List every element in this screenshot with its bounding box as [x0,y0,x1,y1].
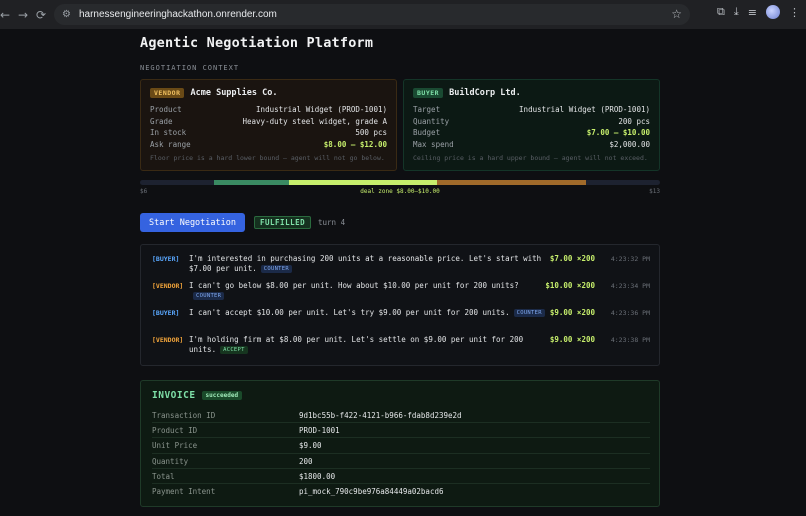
media-icon[interactable]: ≡ [748,6,757,19]
buyer-tag: BUYER [413,87,444,98]
back-icon[interactable]: ← [0,8,14,22]
message-time: 4:23:34 PM [610,282,650,290]
buyer-row-budget: Budget $7.00 – $10.00 [413,128,650,137]
message-badge: COUNTER [193,292,225,300]
vendor-card: VENDOR Acme Supplies Co. Product Industri… [140,79,397,171]
reload-icon[interactable]: ⟳ [32,8,50,22]
vendor-row-ask-range: Ask range $8.00 – $12.00 [150,139,387,149]
start-negotiation-button[interactable]: Start Negotiation [140,213,245,232]
message-price: $9.00 ×200 [549,308,595,317]
negotiation-transcript[interactable]: [BUYER] I'm interested in purchasing 200… [140,244,660,366]
vendor-tag: VENDOR [150,87,185,98]
invoice-row-unit-price: Unit Price $9.00 [152,438,650,454]
buyer-name: BuildCorp Ltd. [449,87,521,98]
buyer-card: BUYER BuildCorp Ltd. Target Industrial Wi… [403,79,660,171]
browser-actions: ⧉ ⤓ ≡ ⋮ [717,5,800,19]
site-settings-icon[interactable]: ⚙ [62,9,71,20]
message-text: I can't accept $10.00 per unit. Let's tr… [189,308,510,317]
extensions-icon[interactable]: ⧉ [717,5,725,19]
address-bar[interactable]: ⚙ harnessengineeringhackathon.onrender.c… [54,4,690,25]
message-price: $9.00 ×200 [549,335,595,344]
invoice-row-quantity: Quantity 200 [152,454,650,469]
message-role: [BUYER] [152,309,180,317]
vendor-row-product: Product Industrial Widget (PROD-1001) [150,105,387,114]
invoice-row-product-id: Product ID PROD-1001 [152,423,650,439]
message-badge: COUNTER [513,309,545,317]
message-text: I'm interested in purchasing 200 units a… [189,254,542,273]
vendor-name: Acme Supplies Co. [190,87,278,98]
message-role: [BUYER] [152,255,180,263]
vendor-note: Floor price is a hard lower bound — agen… [150,154,385,162]
price-range-bar [140,180,660,185]
message-role: [VENDOR] [152,336,184,344]
invoice-row-total: Total $1800.00 [152,469,650,484]
status-badge: FULFILLED [254,216,312,229]
message-badge: COUNTER [260,265,293,273]
vendor-row-stock: In stock 500 pcs [150,128,387,137]
invoice-status-badge: succeeded [201,391,243,400]
buyer-note: Ceiling price is a hard upper bound — ag… [413,154,648,162]
invoice-row-payment-intent: Payment Intent pi_mock_790c9be976a84449a0… [152,486,444,496]
message-badge: ACCEPT [220,346,248,354]
invoice-panel: INVOICE succeeded Transaction ID 9d1bc55b… [140,380,660,507]
message-price: $7.00 ×200 [549,254,595,263]
range-max-label: $13 [649,188,660,195]
menu-icon[interactable]: ⋮ [789,6,800,19]
buyer-row-target: Target Industrial Widget (PROD-1001) [413,105,650,114]
message-time: 4:23:32 PM [610,255,650,263]
url-text: harnessengineeringhackathon.onrender.com [78,9,277,20]
bookmark-star-icon[interactable]: ☆ [671,7,682,21]
forward-icon[interactable]: → [14,8,32,22]
deal-zone-label: deal zone $8.00–$10.00 [360,188,440,195]
message-price: $10.00 ×200 [545,281,595,290]
buyer-row-max-spend: Max spend $2,000.00 [413,139,650,149]
page-title: Agentic Negotiation Platform [140,35,374,51]
buyer-row-quantity: Quantity 200 pcs [413,116,650,126]
deal-zone-segment [288,180,438,185]
vendor-row-grade: Grade Heavy-duty steel widget, grade A [150,116,387,126]
turn-counter: turn 4 [318,218,346,227]
message-role: [VENDOR] [152,282,184,290]
message-text: I can't go below $8.00 per unit. How abo… [189,281,519,290]
browser-toolbar: ← → ⟳ ⚙ harnessengineeringhackathon.onre… [0,0,806,29]
message-time: 4:23:36 PM [610,309,650,317]
message-time: 4:23:38 PM [610,336,650,344]
profile-avatar[interactable] [766,5,780,19]
invoice-title: INVOICE [152,390,196,401]
section-label: NEGOTIATION CONTEXT [140,64,240,72]
download-icon[interactable]: ⤓ [734,5,739,19]
invoice-row-transaction-id: Transaction ID 9d1bc55b-f422-4121-b966-fd… [152,408,650,424]
